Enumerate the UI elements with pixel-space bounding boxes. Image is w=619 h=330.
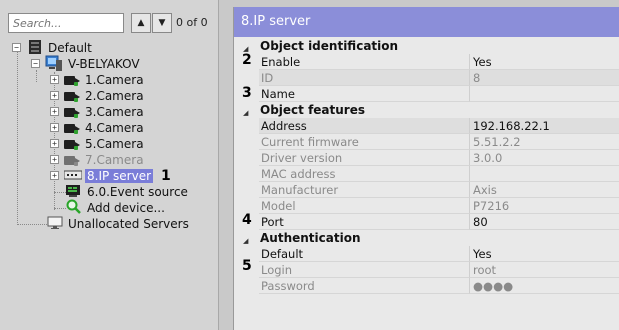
tree-item-ip-server[interactable]: 8.IP server <box>63 168 154 184</box>
tree-label-camera-1: 1.Camera <box>85 73 144 87</box>
property-current-firmware: Current firmware 5.51.2.2 <box>234 134 619 150</box>
property-name: Password <box>259 278 469 294</box>
tree-label-ip-server: 8.IP server <box>85 169 154 183</box>
property-name: Manufacturer <box>259 182 469 198</box>
category-label: Authentication <box>260 231 361 245</box>
expand-camera-7-toggle[interactable]: + <box>50 155 59 164</box>
property-name: ID <box>259 70 469 86</box>
property-login: Login root <box>234 262 619 278</box>
expand-ip-server-toggle[interactable]: + <box>50 171 59 180</box>
property-name: Address <box>259 118 469 134</box>
property-name: Current firmware <box>259 134 469 150</box>
collapse-server-toggle[interactable]: − <box>31 59 40 68</box>
expand-camera-1-toggle[interactable]: + <box>50 75 59 84</box>
property-password: Password ●●●● <box>234 278 619 294</box>
ip-server-icon <box>63 170 83 183</box>
tree-label-camera-5: 5.Camera <box>85 137 144 151</box>
tree-label-unallocated-servers: Unallocated Servers <box>68 217 189 231</box>
property-name: Enable <box>259 54 469 70</box>
panel-title: 8.IP server <box>234 7 619 37</box>
property-value-login: root <box>469 262 619 278</box>
property-value-name[interactable] <box>469 86 619 102</box>
tree-item-server[interactable]: V-BELYAKOV <box>45 55 142 74</box>
camera-icon <box>64 155 80 166</box>
property-value-firmware: 5.51.2.2 <box>469 134 619 150</box>
property-value-default[interactable]: Yes <box>469 246 619 262</box>
property-name: Driver version <box>259 150 469 166</box>
camera-icon <box>64 75 80 86</box>
property-manufacturer: Manufacturer Axis <box>234 182 619 198</box>
search-result-counter: 0 of 0 <box>176 16 208 29</box>
tree-item-camera-5[interactable]: 5.Camera <box>64 136 146 152</box>
device-tree-pane: ▲ ▼ 0 of 0 − Default − V-BELYAKOV + 1.Ca… <box>0 0 219 330</box>
tree-item-camera-1[interactable]: 1.Camera <box>64 72 146 88</box>
property-model: Model P7216 <box>234 198 619 214</box>
search-prev-button[interactable]: ▲ <box>131 13 151 33</box>
property-address[interactable]: Address 192.168.22.1 <box>234 118 619 134</box>
server-rack-icon <box>27 39 43 57</box>
search-icon <box>66 199 82 217</box>
properties-panel: 8.IP server ◢ Object identification 2 En… <box>233 7 619 330</box>
chevron-up-icon: ▲ <box>137 18 145 28</box>
property-name: Login <box>259 262 469 278</box>
property-name: Port <box>259 214 469 230</box>
category-authentication[interactable]: ◢ Authentication <box>234 230 619 246</box>
search-input[interactable] <box>8 13 124 33</box>
property-name-field[interactable]: Name <box>234 86 619 102</box>
expand-camera-3-toggle[interactable]: + <box>50 107 59 116</box>
monitor-icon <box>47 216 63 233</box>
category-object-identification[interactable]: ◢ Object identification <box>234 38 619 54</box>
tree-label-camera-2: 2.Camera <box>85 89 144 103</box>
expand-camera-2-toggle[interactable]: + <box>50 91 59 100</box>
tree-item-unallocated-servers[interactable]: Unallocated Servers <box>47 216 191 232</box>
property-port[interactable]: Port 80 <box>234 214 619 230</box>
camera-icon <box>64 91 80 102</box>
camera-icon <box>64 123 80 134</box>
property-value-enable[interactable]: Yes <box>469 54 619 70</box>
property-name: Model <box>259 198 469 214</box>
tree-item-camera-7[interactable]: 7.Camera <box>64 152 146 168</box>
tree-label-camera-7: 7.Camera <box>85 153 144 167</box>
property-mac-address: MAC address <box>234 166 619 182</box>
category-object-features[interactable]: ◢ Object features <box>234 102 619 118</box>
tree-item-camera-4[interactable]: 4.Camera <box>64 120 146 136</box>
category-label: Object features <box>260 103 366 117</box>
tree-item-camera-2[interactable]: 2.Camera <box>64 88 146 104</box>
property-value-password: ●●●● <box>469 278 619 294</box>
tree-label-event-source: 6.0.Event source <box>87 185 188 199</box>
property-name: Name <box>259 86 469 102</box>
property-name: MAC address <box>259 166 469 182</box>
expand-camera-4-toggle[interactable]: + <box>50 123 59 132</box>
tree-label-default: Default <box>48 41 92 55</box>
camera-icon <box>64 139 80 150</box>
property-value-manufacturer: Axis <box>469 182 619 198</box>
property-enable[interactable]: Enable Yes <box>234 54 619 70</box>
property-value-id: 8 <box>469 70 619 86</box>
tree-label-add-device: Add device... <box>87 201 165 215</box>
property-default[interactable]: Default Yes <box>234 246 619 262</box>
property-value-port[interactable]: 80 <box>469 214 619 230</box>
tree-label-camera-3: 3.Camera <box>85 105 144 119</box>
callout-marker-1: 1 <box>161 168 171 184</box>
add-device-link[interactable]: Add device... <box>66 199 167 217</box>
camera-icon <box>64 107 80 118</box>
property-value-driver-version: 3.0.0 <box>469 150 619 166</box>
tree-item-camera-3[interactable]: 3.Camera <box>64 104 146 120</box>
property-driver-version: Driver version 3.0.0 <box>234 150 619 166</box>
category-label: Object identification <box>260 39 399 53</box>
collapse-default-toggle[interactable]: − <box>12 43 21 52</box>
search-next-button[interactable]: ▼ <box>152 13 172 33</box>
expand-camera-5-toggle[interactable]: + <box>50 139 59 148</box>
property-name: Default <box>259 246 469 262</box>
chevron-down-icon: ▼ <box>158 18 166 28</box>
property-value-mac-address <box>469 166 619 182</box>
property-value-model: P7216 <box>469 198 619 214</box>
server-computer-icon <box>45 55 63 74</box>
property-value-address[interactable]: 192.168.22.1 <box>469 118 619 134</box>
tree-item-event-source[interactable]: 6.0.Event source <box>66 184 190 200</box>
event-source-icon <box>66 184 82 201</box>
tree-label-server: V-BELYAKOV <box>68 57 140 71</box>
property-id: ID 8 <box>234 70 619 86</box>
tree-label-camera-4: 4.Camera <box>85 121 144 135</box>
